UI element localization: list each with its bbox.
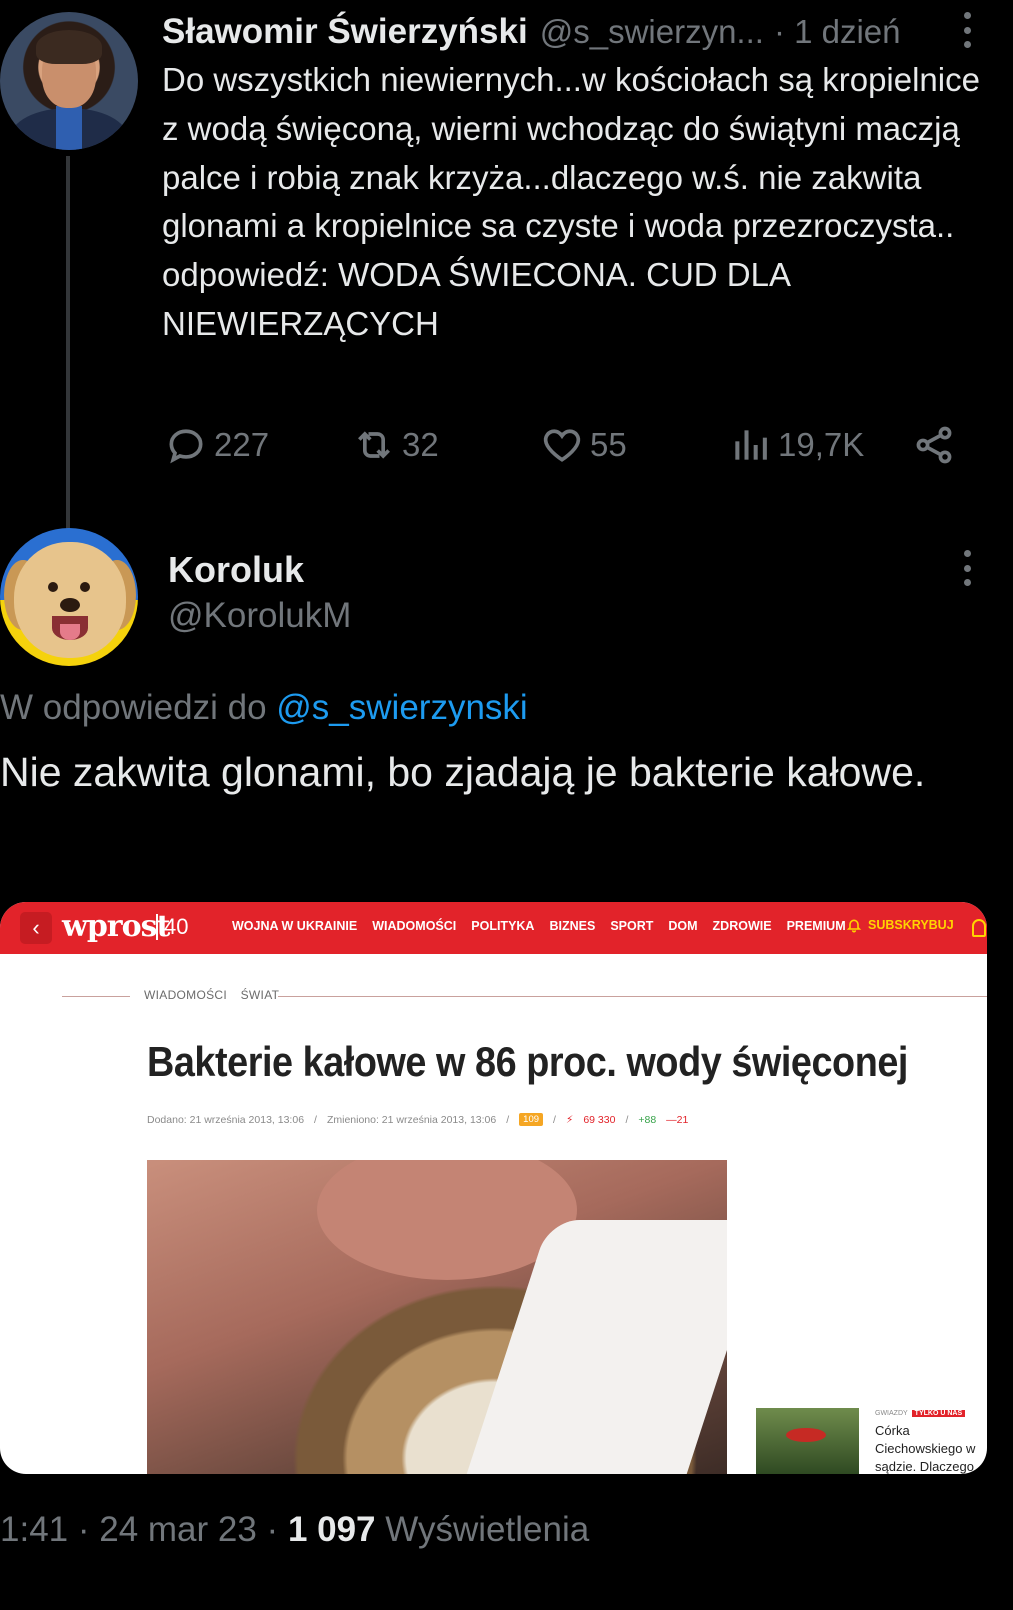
reply-icon: [169, 429, 203, 464]
side-article-thumbnail: [756, 1408, 859, 1474]
reply-context: W odpowiedzi do @s_swierzynski: [0, 688, 528, 728]
tweet-text: Do wszystkich niewiernych...w kościołach…: [162, 61, 990, 342]
chevron-left-icon: ‹: [20, 912, 52, 944]
reply-count: 227: [214, 426, 270, 463]
view-count: 19,7K: [778, 426, 865, 463]
share-icon: [916, 426, 952, 464]
site-logo-number: 40: [156, 914, 188, 940]
menu-item: SPORT: [610, 919, 654, 933]
menu-item: PREMIUM: [786, 919, 846, 933]
thread-connector-line: [66, 156, 70, 534]
menu-item: ZDROWIE: [712, 919, 772, 933]
site-menu: WOJNA W UKRAINIE WIADOMOŚCI POLITYKA BIZ…: [232, 919, 846, 933]
menu-item: BIZNES: [549, 919, 596, 933]
plus-votes: +88: [638, 1113, 657, 1126]
views-button[interactable]: 19,7K: [728, 420, 864, 470]
divider: [62, 996, 130, 997]
like-button[interactable]: 55: [540, 420, 627, 470]
views-count: 1 097: [287, 1510, 376, 1549]
subscribe-label: SUBSKRYBUJ: [868, 918, 954, 932]
bell-icon: [846, 919, 862, 933]
tweet-header: Sławomir Świerzyński @s_swierzyn... · 1 …: [162, 10, 962, 54]
side-article-title: Córka Ciechowskiego w sądzie. Dlaczego n…: [875, 1423, 976, 1474]
divider: [278, 996, 987, 997]
menu-item: POLITYKA: [471, 919, 535, 933]
reply-header: Koroluk @KorolukM: [168, 548, 351, 638]
menu-item: DOM: [668, 919, 698, 933]
more-options-icon[interactable]: [962, 12, 972, 48]
added-date: Dodano: 21 września 2013, 13:06: [147, 1113, 305, 1126]
tweet-footer: 1:41 · 24 mar 23 · 1 097 Wyświetlenia: [0, 1510, 589, 1550]
site-navbar: ‹ wprost 40 WOJNA W UKRAINIE WIADOMOŚCI …: [0, 902, 987, 954]
minus-votes: —21: [666, 1113, 689, 1126]
views-label: Wyświetlenia: [385, 1510, 590, 1549]
reply-to-prefix: W odpowiedzi do: [0, 688, 267, 727]
modified-date: Zmieniono: 21 września 2013, 13:06: [326, 1113, 497, 1126]
author-handle[interactable]: @s_swierzyn...: [540, 13, 764, 51]
tweet-time[interactable]: · 1 dzień: [774, 13, 901, 51]
article-title: Bakterie kałowe w 86 proc. wody święcone…: [147, 1038, 908, 1085]
reply-text: Nie zakwita glonami, bo zjadają je bakte…: [0, 749, 926, 795]
side-article-tag: GWIAZDY TYLKO U NAS: [875, 1410, 966, 1417]
author-name[interactable]: Sławomir Świerzyński: [162, 12, 528, 52]
author-handle[interactable]: @KorolukM: [168, 594, 351, 638]
reply-button[interactable]: 227: [164, 420, 269, 470]
menu-item: WOJNA W UKRAINIE: [232, 919, 358, 933]
menu-item: WIADOMOŚCI: [372, 919, 457, 933]
heart-icon: [543, 429, 581, 462]
retweet-button[interactable]: 32: [352, 420, 439, 470]
analytics-icon: [735, 430, 767, 460]
tweet-actions: 227 32 55 19,7K: [162, 420, 962, 470]
comments-badge: 109: [519, 1113, 544, 1126]
tweet-timestamp[interactable]: 1:41 · 24 mar 23 ·: [0, 1510, 278, 1549]
breadcrumb: WIADOMOŚCI ŚWIAT: [144, 988, 280, 1002]
avatar[interactable]: [0, 12, 138, 150]
user-icon: [972, 919, 986, 937]
subscribe-link: SUBSKRYBUJ: [846, 917, 954, 933]
share-button[interactable]: [912, 420, 956, 470]
lightning-icon: ⚡: [565, 1113, 574, 1126]
article-meta: Dodano: 21 września 2013, 13:06 / Zmieni…: [147, 1113, 689, 1126]
site-logo: wprost: [62, 909, 170, 944]
author-name[interactable]: Koroluk: [168, 548, 351, 592]
like-count: 55: [590, 426, 627, 463]
article-photo: [147, 1160, 727, 1474]
article-views: 69 330: [583, 1113, 616, 1126]
retweet-icon: [358, 431, 390, 459]
avatar[interactable]: [0, 528, 138, 666]
retweet-count: 32: [402, 426, 439, 463]
mention-link[interactable]: @s_swierzynski: [276, 688, 527, 727]
more-options-icon[interactable]: [962, 550, 972, 586]
